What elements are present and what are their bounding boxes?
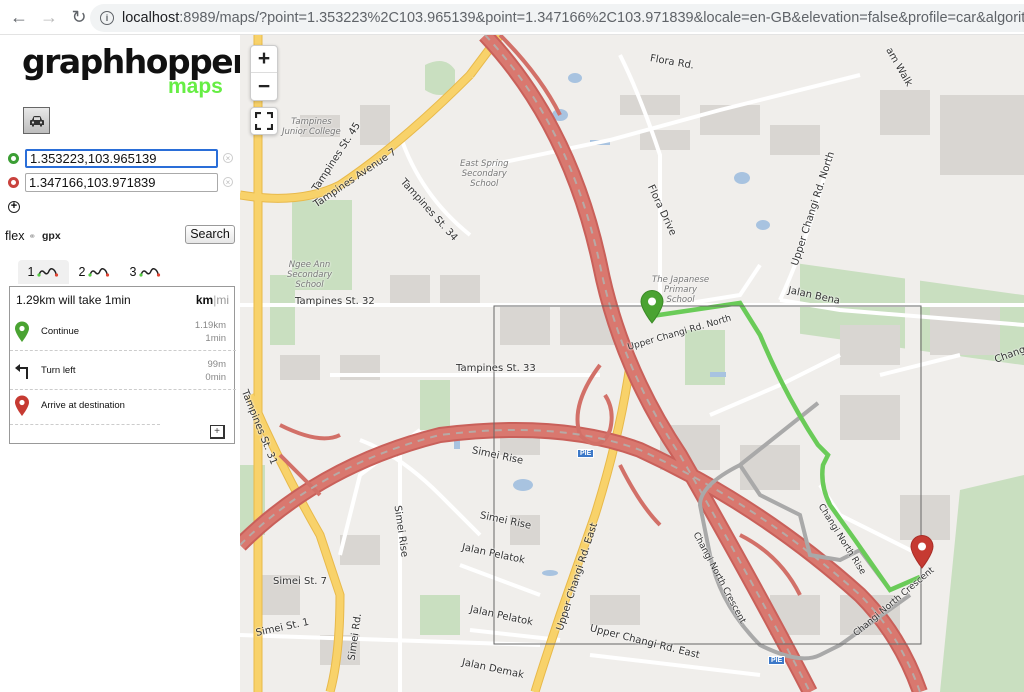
reload-icon: ↻ (71, 6, 87, 27)
plus-circle-icon: + (10, 200, 18, 212)
alternative-route-number: 2 (78, 265, 86, 279)
street-label: Tampines St. 32 (295, 296, 375, 307)
flex-link[interactable]: flex (5, 229, 24, 243)
info-icon[interactable]: i (100, 11, 114, 25)
time-value: 1min (205, 333, 226, 344)
turn-left-icon (15, 364, 28, 379)
start-point-input[interactable] (25, 148, 218, 168)
car-icon (29, 115, 44, 126)
map-view[interactable]: Tampines St. 45 Tampines Avenue 7 Tampin… (240, 35, 1024, 692)
unit-km-button[interactable]: km (196, 293, 213, 307)
distance-value: 1.19km (194, 320, 226, 331)
destination-marker-icon (15, 395, 29, 416)
unit-mi-button[interactable]: mi (216, 293, 229, 307)
start-point-row: × (8, 148, 233, 168)
distance-value: 99m (207, 359, 226, 370)
route-squiggle-icon (139, 267, 161, 277)
start-marker-icon (8, 152, 19, 164)
time-value: 0min (205, 372, 226, 383)
route-squiggle-icon (37, 267, 59, 277)
instruction-item[interactable]: Continue 1.19km 1min (10, 313, 236, 351)
street-label: Tampines St. 33 (456, 363, 536, 374)
alternative-route-number: 3 (129, 265, 137, 279)
sidebar: graphhopper maps × × + flex ⚭ gpx Search… (0, 35, 248, 692)
link-icon[interactable]: ⚭ (28, 231, 36, 242)
back-button[interactable]: ← (8, 6, 30, 28)
alternative-route-tab-2[interactable]: 2 (69, 260, 120, 284)
url-host: localhost (122, 10, 180, 26)
unit-toggle: km|mi (196, 293, 229, 307)
url-path: :8989/maps/?point=1.353223%2C103.965139&… (179, 10, 1024, 26)
expand-instructions-button[interactable]: + (210, 425, 225, 439)
fullscreen-icon (255, 112, 273, 130)
street-label: Simei St. 7 (273, 576, 327, 587)
instructions-panel: 1.29km will take 1min km|mi Continue 1.1… (9, 286, 236, 444)
poi-label: East Spring Secondary School (460, 159, 509, 189)
instruction-text: Arrive at destination (41, 400, 125, 411)
search-button[interactable]: Search (185, 225, 235, 244)
highway-shield: PIE (577, 449, 595, 458)
start-marker-icon (15, 321, 29, 342)
reload-button[interactable]: ↻ (68, 6, 90, 28)
zoom-out-button[interactable]: − (251, 73, 277, 100)
gpx-export-link[interactable]: gpx (42, 230, 61, 242)
instruction-distance: 99m 0min (205, 358, 226, 384)
alternative-route-number: 1 (27, 265, 35, 279)
zoom-in-button[interactable]: + (251, 46, 277, 73)
remove-destination-point-button[interactable]: × (223, 177, 233, 187)
route-squiggle-icon (88, 267, 110, 277)
poi-label: Ngee Ann Secondary School (287, 260, 333, 290)
vehicle-car-button[interactable] (23, 107, 50, 134)
route-summary: 1.29km will take 1min (16, 293, 131, 307)
arrow-right-icon: → (40, 6, 58, 27)
alternative-route-tab-3[interactable]: 3 (120, 260, 171, 284)
destination-point-input[interactable] (25, 172, 218, 192)
start-marker-icon[interactable] (640, 290, 664, 324)
divider (10, 424, 160, 425)
arrow-left-icon: ← (10, 6, 28, 27)
remove-start-point-button[interactable]: × (223, 153, 233, 163)
destination-point-row: × (8, 172, 233, 192)
instruction-text: Continue (41, 326, 80, 337)
instruction-text: Turn left (41, 365, 76, 376)
zoom-control: + − (250, 45, 278, 101)
logo-subtitle: maps (168, 75, 223, 98)
address-bar[interactable]: i localhost:8989/maps/?point=1.353223%2C… (90, 4, 1024, 32)
instruction-distance: 1.19km 1min (195, 319, 226, 345)
add-point-button[interactable]: + (8, 201, 20, 213)
fullscreen-button[interactable] (250, 107, 278, 135)
poi-label: Tampines Junior College (282, 117, 341, 137)
alternative-routes-tabs: 1 2 3 (18, 260, 171, 284)
alternative-route-tab-1[interactable]: 1 (18, 260, 69, 284)
destination-marker-icon[interactable] (910, 535, 934, 569)
instruction-item[interactable]: Turn left 99m 0min (10, 352, 236, 390)
destination-marker-icon (8, 176, 19, 188)
forward-button[interactable]: → (38, 6, 60, 28)
flex-gpx-row: flex ⚭ gpx (5, 229, 61, 243)
highway-shield: PIE (768, 656, 786, 665)
browser-toolbar: ← → ↻ i localhost:8989/maps/?point=1.353… (0, 0, 1024, 35)
